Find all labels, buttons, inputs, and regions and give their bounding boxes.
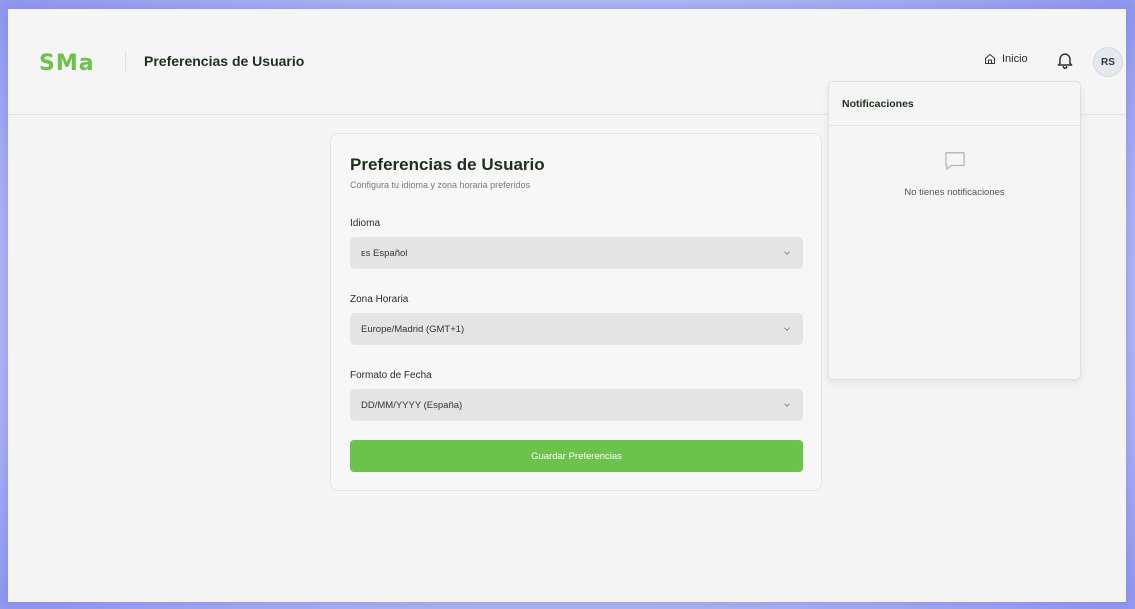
home-link[interactable]: Inicio: [984, 53, 1028, 65]
chevron-down-icon: [784, 403, 790, 407]
timezone-label: Zona Horaria: [350, 294, 409, 305]
notifications-title: Notificaciones: [829, 82, 1080, 126]
user-avatar[interactable]: RS: [1093, 47, 1123, 77]
bell-icon[interactable]: [1055, 50, 1075, 70]
date-format-label: Formato de Fecha: [350, 370, 432, 381]
header-divider: [125, 51, 126, 73]
home-link-label: Inicio: [1002, 53, 1028, 65]
page-title: Preferencias de Usuario: [144, 53, 305, 69]
save-preferences-button[interactable]: Guardar Preferencias: [350, 440, 803, 472]
notifications-empty-text: No tienes notificaciones: [904, 187, 1005, 198]
language-label: Idioma: [350, 218, 381, 229]
language-select[interactable]: ᴇs Español: [350, 237, 803, 269]
form-title: Preferencias de Usuario: [350, 155, 545, 174]
chat-bubble-icon: [945, 152, 965, 170]
notifications-panel: Notificaciones No tienes notificaciones: [828, 81, 1081, 380]
timezone-select[interactable]: Europe/Madrid (GMT+1): [350, 313, 803, 345]
form-subtitle: Configura tu idioma y zona horaria prefe…: [350, 180, 531, 190]
home-icon: [985, 54, 995, 64]
date-format-select[interactable]: DD/MM/YYYY (España): [350, 389, 803, 421]
timezone-select-value: Europe/Madrid (GMT+1): [361, 323, 465, 335]
chevron-down-icon: [784, 251, 790, 255]
preferences-card: Preferencias de Usuario Configura tu idi…: [330, 133, 822, 491]
app-window: SMa Preferencias de Usuario Inicio RS Pr…: [8, 9, 1126, 602]
app-logo[interactable]: SMa: [39, 51, 95, 76]
language-select-value: ᴇs Español: [361, 247, 408, 259]
chevron-down-icon: [784, 327, 790, 331]
date-format-select-value: DD/MM/YYYY (España): [361, 399, 463, 411]
